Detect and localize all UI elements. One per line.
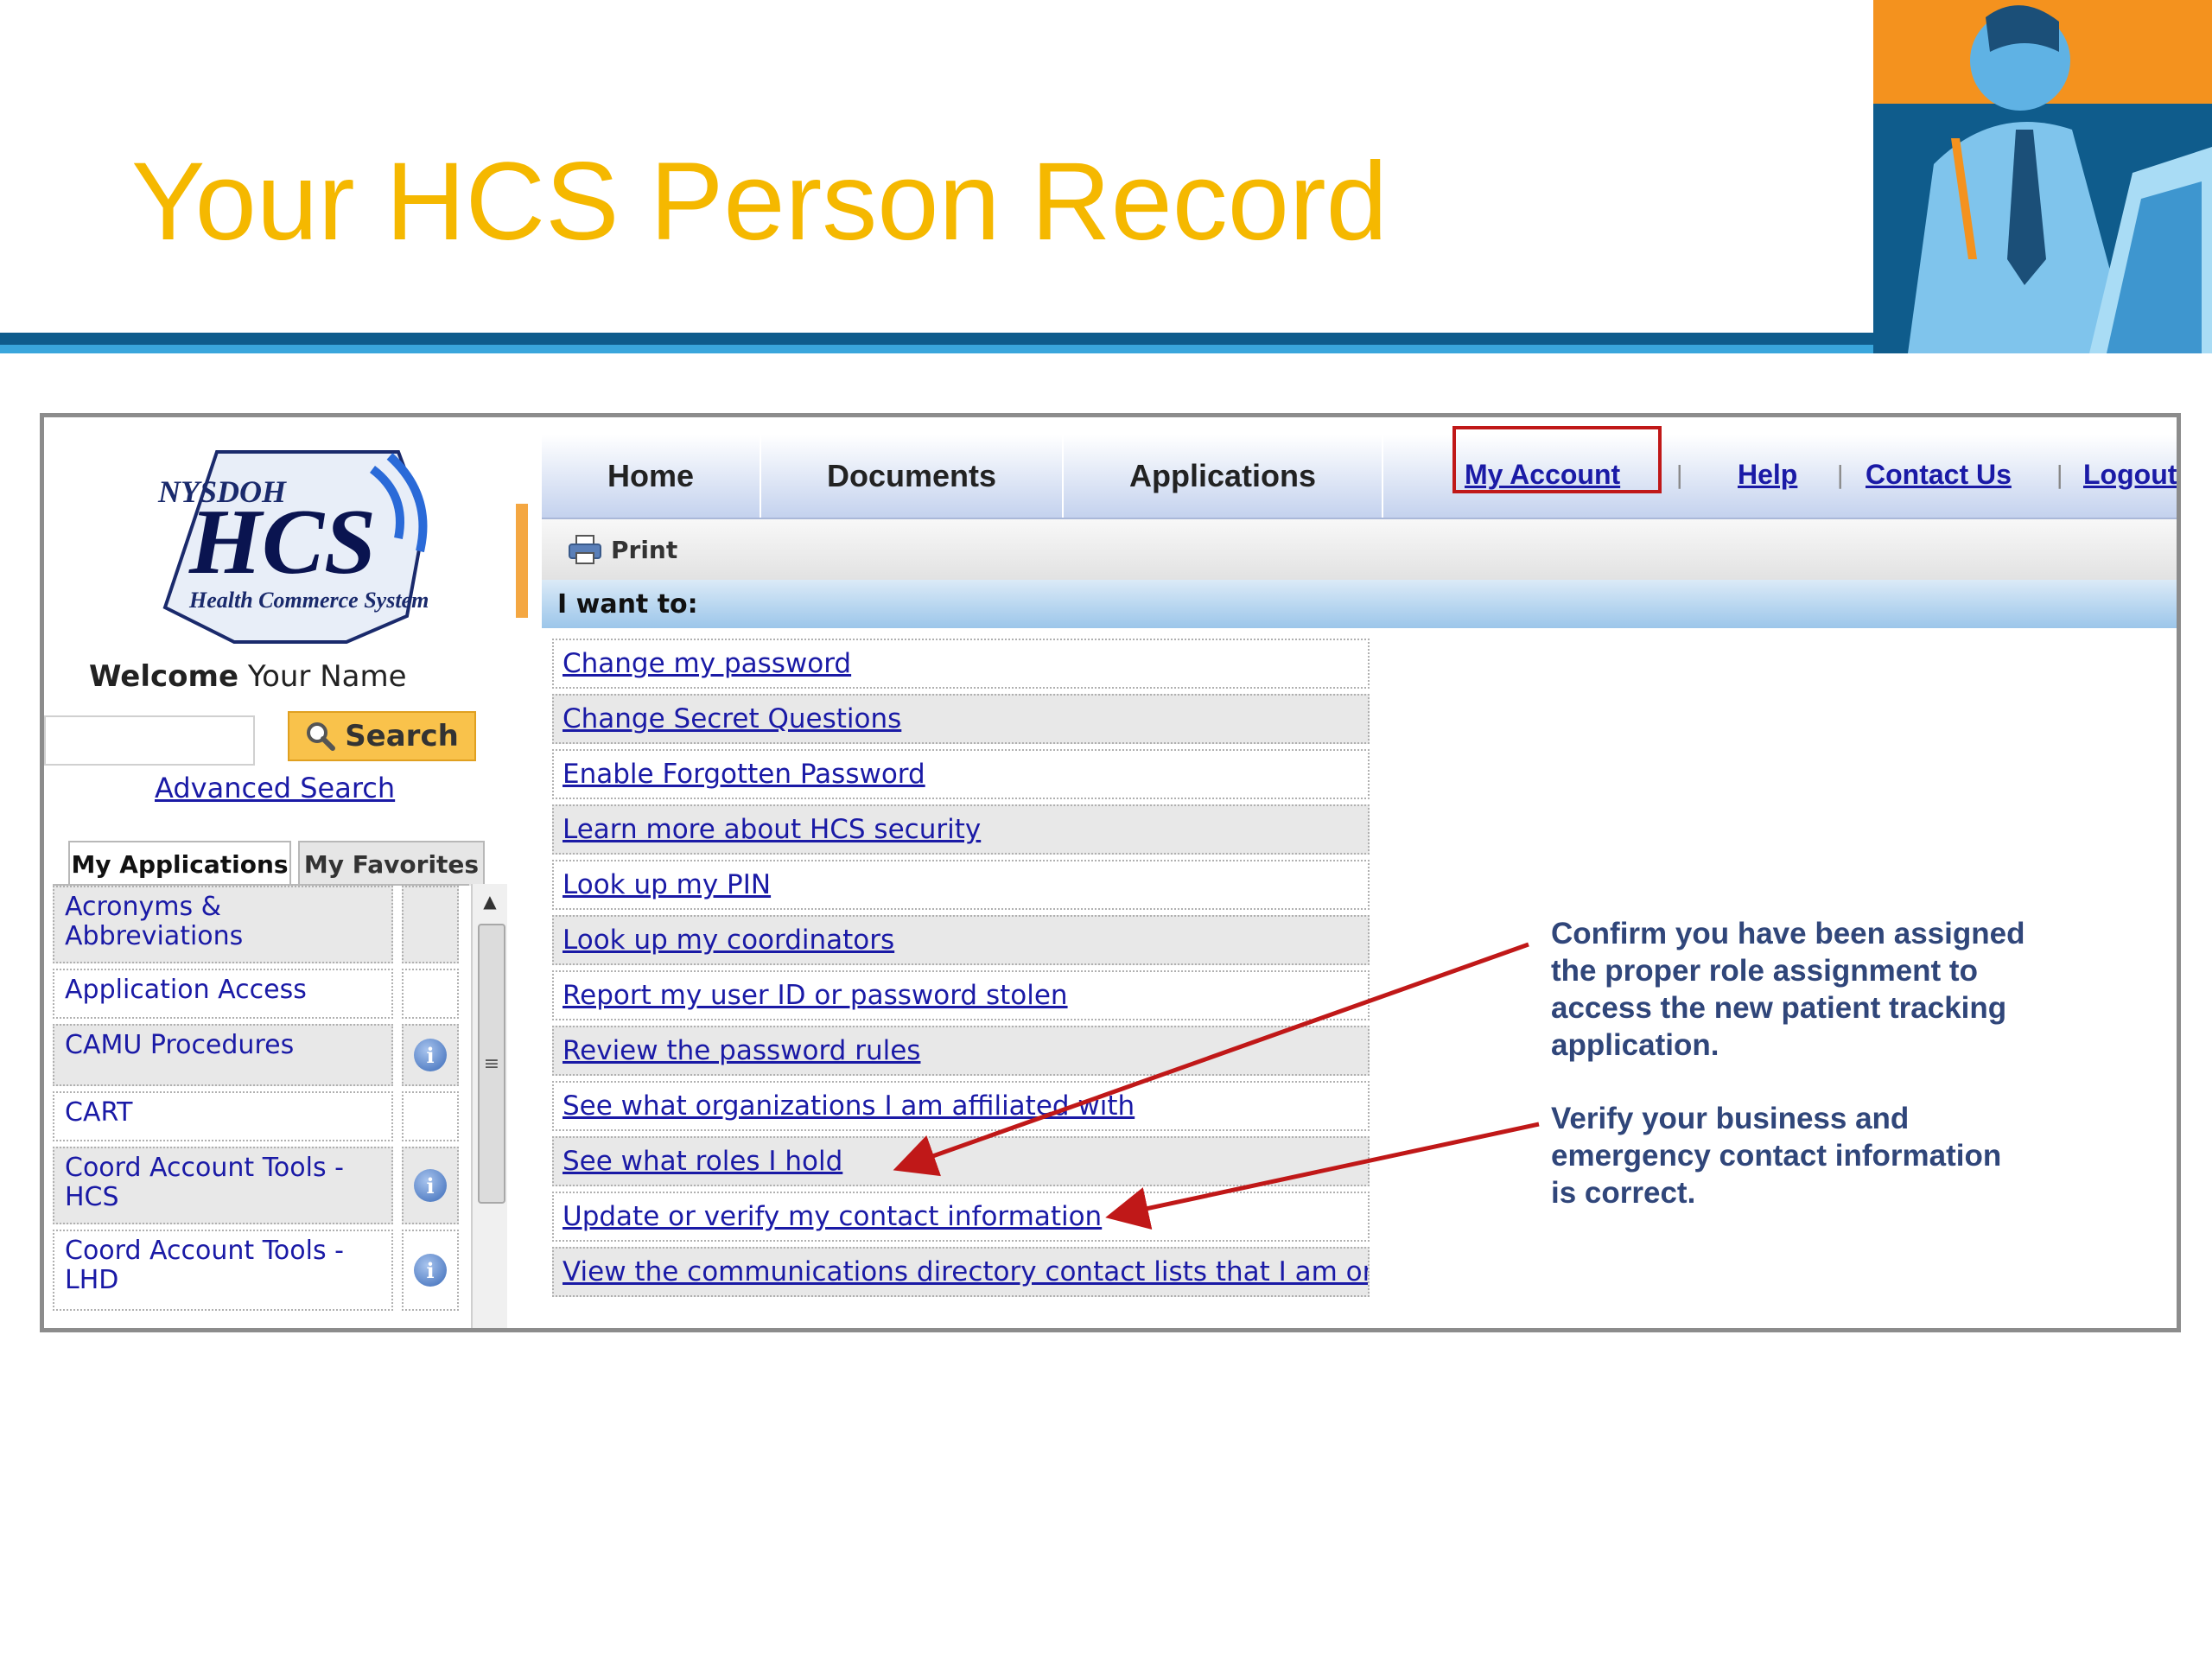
callout-line: Verify your business and [1551, 1102, 1910, 1135]
link-change-secret-questions[interactable]: Change Secret Questions [552, 694, 1370, 744]
info-icon[interactable]: i [414, 1039, 447, 1071]
divider: | [1836, 461, 1845, 489]
callout-line: access the new patient tracking [1551, 991, 2007, 1025]
callout-line: application. [1551, 1028, 1719, 1062]
hcs-portal-screenshot: NYSDOH HCS Health Commerce System Welcom… [40, 413, 2181, 1332]
print-button[interactable]: Print [568, 528, 706, 571]
businessman-illustration [1873, 0, 2212, 353]
info-cell: i [402, 1147, 459, 1224]
welcome-message: Welcome Your Name [89, 659, 407, 694]
top-navigation: Home Documents Applications My Account |… [542, 426, 2177, 519]
divider: | [2056, 461, 2064, 489]
link-report-stolen[interactable]: Report my user ID or password stolen [552, 970, 1370, 1020]
link-change-password[interactable]: Change my password [552, 639, 1370, 689]
info-cell [402, 886, 459, 963]
link-learn-security[interactable]: Learn more about HCS security [552, 804, 1370, 855]
info-icon[interactable]: i [414, 1169, 447, 1202]
link-communications-directory[interactable]: View the communications directory contac… [552, 1247, 1370, 1297]
link-enable-forgotten-password[interactable]: Enable Forgotten Password [552, 749, 1370, 799]
info-icon[interactable]: i [414, 1254, 447, 1287]
app-camu-procedures[interactable]: CAMU Procedures [53, 1024, 393, 1086]
link-organizations[interactable]: See what organizations I am affiliated w… [552, 1081, 1370, 1131]
slide-title: Your HCS Person Record [131, 140, 1388, 264]
search-button[interactable]: Search [288, 711, 476, 761]
scroll-up-arrow-icon[interactable]: ▲ [473, 884, 507, 918]
section-heading: I want to: [542, 580, 2177, 628]
info-cell: i [402, 1230, 459, 1311]
info-cell [402, 969, 459, 1019]
logo-tagline: Health Commerce System [188, 588, 429, 613]
app-cart[interactable]: CART [53, 1091, 393, 1141]
left-panel: NYSDOH HCS Health Commerce System Welcom… [44, 417, 537, 1328]
app-list-scrollbar[interactable]: ▲ ≡ [471, 884, 507, 1328]
app-application-access[interactable]: Application Access [53, 969, 393, 1019]
collapse-panel-handle[interactable] [516, 504, 528, 618]
search-button-label: Search [345, 719, 459, 753]
callout-line: Confirm you have been assigned [1551, 917, 2025, 950]
welcome-prefix: Welcome [89, 659, 239, 694]
scroll-thumb[interactable]: ≡ [478, 924, 505, 1204]
applications-list: Acronyms & Abbreviations Application Acc… [53, 884, 469, 1328]
welcome-name: Your Name [247, 659, 407, 694]
app-acronyms[interactable]: Acronyms & Abbreviations [53, 886, 393, 963]
callout-line: emergency contact information [1551, 1139, 2002, 1173]
callout-roles: Confirm you have been assigned the prope… [1551, 915, 2024, 1064]
callout-line: the proper role assignment to [1551, 954, 1978, 988]
link-look-up-pin[interactable]: Look up my PIN [552, 860, 1370, 910]
info-cell [402, 1091, 459, 1141]
header-rule [0, 333, 1873, 345]
header-rule-accent [0, 345, 1873, 353]
nav-documents[interactable]: Documents [761, 435, 1064, 518]
nav-home[interactable]: Home [542, 435, 761, 518]
nav-applications[interactable]: Applications [1064, 435, 1383, 518]
search-input[interactable] [44, 715, 255, 766]
callout-contact: Verify your business and emergency conta… [1551, 1100, 2001, 1211]
info-cell: i [402, 1024, 459, 1086]
printer-icon [569, 535, 601, 564]
logo-acronym: HCS [188, 491, 376, 594]
app-coord-tools-hcs[interactable]: Coord Account Tools - HCS [53, 1147, 393, 1224]
link-password-rules[interactable]: Review the password rules [552, 1026, 1370, 1076]
toolbar: Print [542, 519, 2177, 582]
link-roles[interactable]: See what roles I hold [552, 1136, 1370, 1186]
logout-link[interactable]: Logout [2083, 459, 2177, 491]
my-account-link[interactable]: My Account [1465, 459, 1620, 491]
advanced-search-link[interactable]: Advanced Search [155, 772, 395, 804]
contact-us-link[interactable]: Contact Us [1866, 459, 2012, 491]
magnifier-icon [307, 722, 336, 751]
tab-my-applications[interactable]: My Applications [68, 841, 291, 886]
app-coord-tools-lhd[interactable]: Coord Account Tools - LHD [53, 1230, 393, 1311]
divider: | [1675, 461, 1684, 489]
link-contact-info[interactable]: Update or verify my contact information [552, 1192, 1370, 1242]
tab-my-favorites[interactable]: My Favorites [298, 841, 485, 886]
link-look-up-coordinators[interactable]: Look up my coordinators [552, 915, 1370, 965]
print-label: Print [611, 535, 678, 564]
callout-line: is correct. [1551, 1176, 1696, 1210]
help-link[interactable]: Help [1738, 459, 1797, 491]
hcs-logo: NYSDOH HCS Health Commerce System [157, 450, 429, 644]
